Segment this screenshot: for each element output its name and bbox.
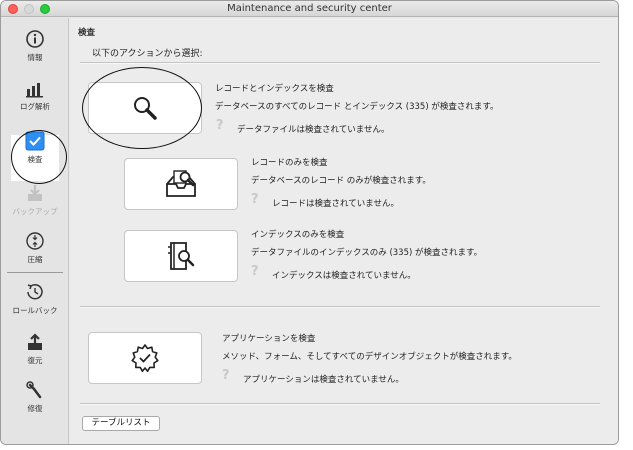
- action-title: レコードのみを検査: [251, 158, 328, 168]
- sidebar-item-label: バックアップ: [12, 207, 58, 216]
- action-status: レコードは検査されていません。: [272, 199, 399, 209]
- sidebar-item-info[interactable]: 情報: [1, 24, 69, 70]
- repair-icon: [26, 381, 42, 399]
- question-icon: ?: [216, 118, 224, 133]
- action-status: アプリケーションは検査されていません。: [243, 375, 404, 385]
- sidebar-item-label: 修復: [27, 404, 43, 413]
- rollback-icon: [27, 284, 43, 300]
- sidebar-divider: [7, 272, 63, 273]
- sidebar-item-restore[interactable]: 復元: [1, 327, 69, 373]
- compress-icon: [26, 232, 44, 250]
- action-status: インデックスは検査されていません。: [272, 271, 416, 281]
- action-description: データファイルのインデックスのみ (335) が検査されます。: [251, 248, 483, 258]
- backup-icon: [28, 185, 42, 201]
- annotation-circle: [82, 67, 202, 149]
- question-icon: ?: [251, 192, 259, 207]
- info-icon: [26, 30, 44, 48]
- question-icon: ?: [222, 368, 230, 383]
- divider: [80, 62, 600, 64]
- sidebar-item-backup[interactable]: バックアップ: [1, 178, 69, 224]
- sidebar-item-label: ロールバック: [12, 306, 58, 315]
- bar-chart-icon: [26, 83, 43, 98]
- table-list-button[interactable]: テーブルリスト: [82, 416, 160, 431]
- verify-indexes-only-button[interactable]: [124, 230, 238, 282]
- divider: [80, 403, 600, 405]
- divider: [80, 306, 600, 308]
- sidebar-item-rollback[interactable]: ロールバック: [1, 277, 69, 323]
- sidebar-item-compress[interactable]: 圧縮: [1, 226, 69, 272]
- annotation-circle: [11, 130, 67, 184]
- title-bar: Maintenance and security center: [1, 1, 618, 17]
- restore-icon: [28, 333, 42, 350]
- section-title: 検査: [78, 28, 96, 38]
- verify-application-button[interactable]: [88, 332, 202, 384]
- action-title: アプリケーションを検査: [222, 334, 316, 344]
- index-inspect-icon: [168, 242, 195, 270]
- action-status: データファイルは検査されていません。: [237, 125, 390, 135]
- sidebar: 情報 ログ解析 検査 バックアップ 圧縮 ロールバック 復元 修復: [1, 18, 69, 444]
- sidebar-item-repair[interactable]: 修復: [1, 375, 69, 421]
- sidebar-item-log-analysis[interactable]: ログ解析: [1, 73, 69, 119]
- action-title: レコードとインデックスを検査: [215, 84, 334, 94]
- sidebar-item-label: 情報: [27, 53, 43, 62]
- sidebar-item-label: ログ解析: [20, 102, 50, 111]
- verify-records-only-button[interactable]: [124, 158, 238, 210]
- action-description: データベースのすべてのレコード とインデックス (335) が検査されます。: [215, 102, 499, 112]
- maintenance-window: Maintenance and security center 情報 ログ解析: [0, 0, 619, 445]
- sidebar-item-label: 圧縮: [27, 255, 43, 264]
- sidebar-item-label: 復元: [27, 356, 43, 365]
- window-title: Maintenance and security center: [227, 3, 392, 14]
- main-panel: 検査 以下のアクションから選択: レコードとインデックスを検査 データベースのす…: [70, 18, 618, 444]
- gear-check-icon: [131, 344, 159, 372]
- action-prompt: 以下のアクションから選択:: [92, 49, 203, 59]
- action-title: インデックスのみを検査: [251, 230, 345, 240]
- action-description: データベースのレコード のみが検査されます。: [251, 176, 431, 186]
- question-icon: ?: [251, 264, 259, 279]
- action-description: メソッド、フォーム、そしてすべてのデザインオブジェクトが検査されます。: [222, 352, 517, 362]
- record-inspect-icon: [166, 170, 196, 197]
